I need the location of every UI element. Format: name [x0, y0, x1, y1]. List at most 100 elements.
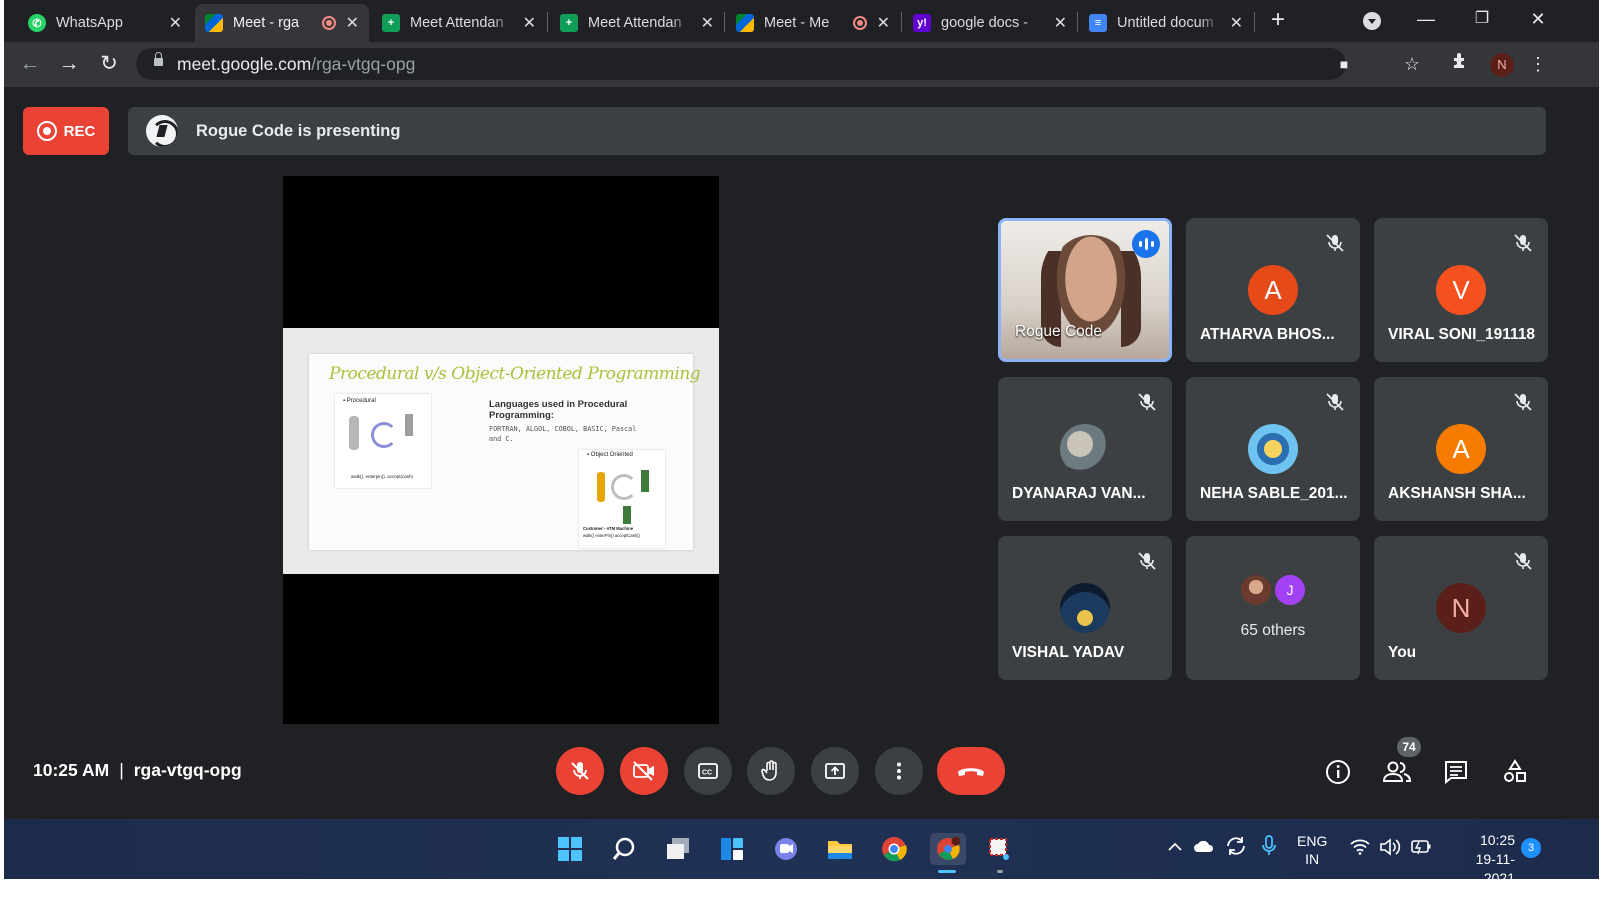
record-icon	[36, 121, 57, 141]
camera-off-icon	[633, 761, 654, 781]
battery-icon[interactable]	[1409, 838, 1433, 859]
raise-hand-button[interactable]	[747, 747, 795, 795]
file-explorer-icon[interactable]	[824, 833, 856, 865]
close-tab-icon[interactable]: ✕	[1054, 13, 1067, 33]
widgets-icon[interactable]	[716, 833, 748, 865]
new-tab-button[interactable]: +	[1263, 6, 1293, 36]
search-icon[interactable]	[608, 833, 640, 865]
chat-button[interactable]	[1441, 757, 1471, 787]
tab-yahoo-search[interactable]: y! google docs - ✕	[903, 4, 1077, 42]
meeting-details-button[interactable]	[1323, 757, 1353, 787]
tab-google-docs[interactable]: ≡ Untitled docum ✕	[1079, 4, 1253, 42]
menu-kebab-icon[interactable]: ⋮	[1525, 51, 1551, 77]
participant-name: You	[1388, 644, 1417, 661]
camera-toggle-button[interactable]	[620, 747, 668, 795]
close-tab-icon[interactable]: ✕	[701, 13, 714, 33]
participant-name: NEHA SABLE_201...	[1200, 485, 1348, 502]
extensions-icon[interactable]	[1447, 51, 1473, 77]
presentation-stage[interactable]: Procedural v/s Object-Oriented Programmi…	[283, 176, 719, 724]
raise-hand-icon	[761, 760, 777, 781]
meeting-code: rga-vtgq-opg	[133, 760, 242, 780]
wifi-icon[interactable]	[1350, 839, 1370, 858]
microphone-toggle-button[interactable]	[556, 747, 604, 795]
self-tile[interactable]: N You	[1374, 536, 1548, 680]
close-tab-icon[interactable]: ✕	[877, 13, 890, 33]
minimize-icon[interactable]: —	[1406, 6, 1446, 32]
close-tab-icon[interactable]: ✕	[346, 13, 359, 33]
start-windows-icon[interactable]	[554, 833, 586, 865]
close-tab-icon[interactable]: ✕	[523, 13, 536, 33]
cycle-arrow-icon	[611, 474, 637, 500]
others-tile[interactable]: J 65 others	[1186, 536, 1360, 680]
tab-title: google docs -	[941, 15, 1029, 31]
mic-off-icon	[1138, 393, 1156, 411]
mic-off-icon	[1138, 552, 1156, 570]
participant-tile[interactable]: V VIRAL SONI_191118	[1374, 218, 1548, 362]
participant-tile[interactable]: DYANARAJ VAN...	[998, 377, 1172, 521]
recording-badge[interactable]: REC	[23, 107, 109, 155]
notification-badge[interactable]: 3	[1521, 838, 1541, 858]
teams-chat-icon[interactable]	[770, 833, 802, 865]
participant-tile[interactable]: VISHAL YADAV	[998, 536, 1172, 680]
profile-avatar[interactable]: N	[1490, 53, 1514, 77]
participant-tile[interactable]: A ATHARVA BHOS...	[1186, 218, 1360, 362]
tray-overflow-chevron-icon[interactable]	[1167, 839, 1183, 855]
reload-icon[interactable]: ↻	[95, 50, 123, 78]
activities-button[interactable]	[1500, 757, 1530, 787]
participant-count-badge: 74	[1397, 737, 1421, 757]
people-button[interactable]	[1382, 757, 1412, 787]
tab-search-icon[interactable]	[1363, 12, 1381, 30]
lock-icon	[154, 52, 163, 66]
info-icon	[1326, 760, 1350, 784]
atm-figure	[641, 470, 649, 492]
closed-captions-icon: CC	[698, 763, 718, 779]
leave-call-button[interactable]	[937, 747, 1005, 795]
camera-icon[interactable]: ■	[1331, 51, 1357, 77]
task-view-icon[interactable]	[662, 833, 694, 865]
meeting-time: 10:25 AM	[33, 760, 110, 780]
url-path: /rga-vtgq-opg	[311, 54, 416, 74]
hang-up-icon	[958, 768, 984, 776]
close-window-icon[interactable]: ✕	[1518, 6, 1558, 32]
mic-off-icon	[1514, 234, 1532, 252]
microphone-in-use-icon[interactable]	[1261, 835, 1277, 860]
participant-tile[interactable]: NEHA SABLE_201...	[1186, 377, 1360, 521]
tab-meet-2[interactable]: Meet - Me ✕	[726, 4, 900, 42]
close-tab-icon[interactable]: ✕	[169, 13, 182, 33]
onedrive-cloud-icon[interactable]	[1193, 839, 1215, 856]
tab-meet-active[interactable]: Meet - rga ✕	[195, 4, 369, 42]
present-screen-button[interactable]	[811, 747, 859, 795]
address-bar[interactable]: meet.google.com/rga-vtgq-opg ■	[136, 48, 1348, 80]
languages-list: FORTRAN, ALGOL, COBOL, BASIC, Pascal and…	[489, 425, 637, 443]
mic-off-icon	[1514, 393, 1532, 411]
participant-photo	[1060, 583, 1110, 633]
speaking-indicator-icon	[1132, 230, 1160, 258]
chrome-profile-icon[interactable]	[930, 833, 966, 865]
restore-icon[interactable]: ❐	[1462, 6, 1502, 32]
sync-icon[interactable]	[1225, 836, 1247, 859]
language-indicator[interactable]: ENG IN	[1297, 832, 1327, 868]
participant-name: VISHAL YADAV	[1012, 644, 1125, 661]
snipping-tool-icon[interactable]	[984, 833, 1016, 865]
url-text[interactable]: meet.google.com/rga-vtgq-opg	[177, 54, 415, 75]
back-arrow-icon[interactable]: ←	[16, 50, 44, 78]
tab-whatsapp[interactable]: ✆ WhatsApp ✕	[18, 4, 192, 42]
close-tab-icon[interactable]: ✕	[1230, 13, 1243, 33]
volume-icon[interactable]	[1379, 838, 1401, 859]
system-clock[interactable]: 10:25 19-11-2021	[1445, 831, 1515, 888]
language-region: IN	[1305, 851, 1320, 867]
chrome-icon[interactable]	[878, 833, 910, 865]
captions-button[interactable]: CC	[684, 747, 732, 795]
participant-tile[interactable]: A AKSHANSH SHA...	[1374, 377, 1548, 521]
participant-tile[interactable]: Rogue Code	[998, 218, 1172, 362]
tab-meet-attendance-2[interactable]: + Meet Attendan ✕	[550, 4, 724, 42]
tab-meet-attendance-1[interactable]: + Meet Attendan ✕	[372, 4, 546, 42]
presenting-banner: Rogue Code is presenting	[128, 107, 1546, 155]
more-options-button[interactable]	[875, 747, 923, 795]
google-docs-icon: ≡	[1089, 14, 1107, 32]
google-sheets-icon: +	[560, 14, 578, 32]
browser-chrome: ✆ WhatsApp ✕ Meet - rga ✕ + Meet Attenda…	[4, 0, 1599, 87]
yahoo-icon: y!	[913, 14, 931, 32]
bookmark-star-icon[interactable]: ☆	[1399, 51, 1425, 77]
forward-arrow-icon[interactable]: →	[55, 50, 83, 78]
